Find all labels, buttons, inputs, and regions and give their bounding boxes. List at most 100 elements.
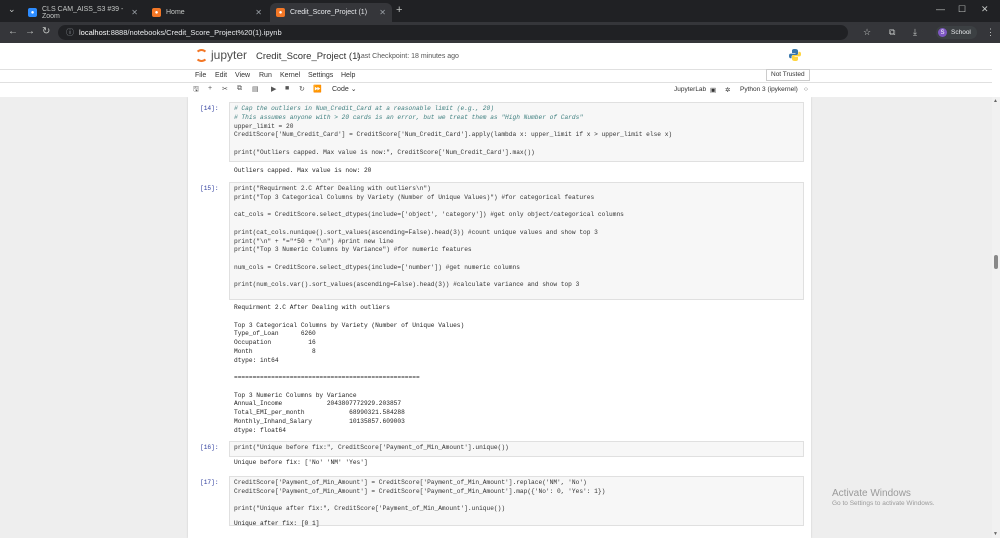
code-line: CreditScore['Num_Credit_Card'] = CreditS… [234,131,673,139]
notebook-page [188,97,811,538]
browser-tab-strip: ● CLS CAM_AISS_S3 #39 - Zoom ✕ ● Home ✕ … [0,0,1000,22]
watermark-subtitle: Go to Settings to activate Windows. [832,500,935,507]
checkpoint-status: Last Checkpoint: 18 minutes ago [357,53,459,60]
fast-forward-icon[interactable]: ⏩ [313,85,322,93]
paste-icon[interactable]: ▤ [252,85,259,93]
chevron-down-icon: ⌄ [350,86,357,93]
python-logo-icon [789,49,801,61]
stop-icon[interactable]: ■ [285,85,289,92]
output-line: dtype: int64 [234,356,279,364]
output-line: Occupation 16 [234,339,316,346]
back-icon[interactable]: ← [8,26,18,37]
code-line: print("Top 3 Numeric Columns by Variance… [234,246,472,254]
site-info-icon[interactable]: ⓘ [66,27,74,38]
cell-type-select[interactable]: Code ⌄ [332,85,357,93]
tab-search-icon[interactable]: ⌄ [8,4,16,15]
trust-status-button[interactable]: Not Trusted [766,69,810,81]
scroll-up-icon[interactable]: ▲ [993,98,998,104]
activate-windows-watermark: Activate Windows Go to Settings to activ… [832,488,935,507]
notebook-title[interactable]: Credit_Score_Project (1) [256,51,361,62]
profile-label: School [951,29,971,36]
menu-kernel[interactable]: Kernel [280,72,300,79]
menu-run[interactable]: Run [259,72,272,79]
menu-help[interactable]: Help [341,72,355,79]
gear-icon[interactable]: ✲ [725,86,730,94]
close-icon[interactable]: ✕ [131,8,138,17]
code-line: print("Top 3 Categorical Columns by Vari… [234,193,595,201]
profile-button[interactable]: S School [936,26,977,39]
scrollbar[interactable]: ▲ ▼ [992,97,1000,538]
maximize-icon[interactable]: ☐ [958,4,966,15]
menu-edit[interactable]: Edit [215,72,227,79]
close-window-icon[interactable]: ✕ [981,4,989,15]
address-bar-row: ← → ↻ ⓘ localhost:8888/notebooks/Credit_… [0,22,1000,43]
url-host: localhost [79,28,109,37]
close-icon[interactable]: ✕ [379,8,386,17]
menu-bar: File Edit View Run Kernel Settings Help [0,69,992,83]
kernel-name[interactable]: Python 3 (ipykernel) [740,86,798,93]
jupyter-logo-icon [195,48,208,62]
menu-file[interactable]: File [195,72,206,79]
code-line: print(cat_cols.nunique().sort_values(asc… [234,228,598,236]
output-line: dtype: float64 [234,426,286,434]
cell-prompt: [14]: [200,105,219,112]
code-line: CreditScore['Payment_of_Min_Amount'] = C… [234,479,587,486]
code-line: # This assumes anyone with > 20 cards is… [234,113,584,121]
url-input[interactable]: ⓘ localhost:8888/notebooks/Credit_Score_… [58,25,848,40]
jupyter-wordmark: jupyter [211,48,248,62]
bookmark-star-icon[interactable]: ☆ [863,27,871,38]
tab-credit-score-project[interactable]: ● Credit_Score_Project (1) ✕ [270,3,392,22]
output-line: Month 8 [234,347,316,355]
menu-settings[interactable]: Settings [308,72,333,79]
extensions-icon[interactable]: ⧉ [889,27,895,38]
run-icon[interactable]: ▶ [271,85,276,93]
menu-view[interactable]: View [235,72,250,79]
code-line: print(num_cols.var().sort_values(ascendi… [234,281,580,289]
new-tab-icon[interactable]: + [396,4,402,16]
code-line: print("Unique after fix:", CreditScore['… [234,505,506,513]
code-line: cat_cols = CreditScore.select_dtypes(inc… [234,211,624,219]
save-icon[interactable]: 🖫 [193,85,199,96]
minimize-icon[interactable]: — [936,4,945,14]
tab-title: Home [166,9,185,16]
code-line: print("\n" + "="*50 + "\n") #print new l… [234,237,394,245]
output-line: Unique before fix: ['No' 'NM' 'Yes'] [234,459,368,466]
output-line: Top 3 Numeric Columns by Variance [234,391,357,399]
code-line: print("Outliers capped. Max value is now… [234,148,535,156]
zoom-favicon-icon: ● [28,8,37,17]
url-path: :8888/notebooks/Credit_Score_Project%20(… [108,28,282,37]
kernel-status-icon: ○ [804,86,808,93]
reload-icon[interactable]: ↻ [42,26,50,37]
cell-prompt: [17]: [200,479,219,486]
code-line: # Cap the outliers in Num_Credit_Card at… [234,105,494,112]
jupyter-favicon-icon: ● [152,8,161,17]
code-line: CreditScore['Payment_of_Min_Amount'] = C… [234,487,606,495]
download-icon[interactable]: ⤓ [913,27,917,38]
jupyter-header [0,43,992,69]
jupyterlab-icon[interactable]: ▣ [710,86,716,94]
cell-prompt: [15]: [200,185,219,192]
close-icon[interactable]: ✕ [255,8,262,17]
jupyter-logo[interactable]: jupyter [195,48,247,62]
cell-type-value: Code [332,86,349,93]
cell-prompt: [16]: [200,444,219,451]
menu-icon[interactable]: ⋮ [986,27,995,38]
output-line: Type_of_Loan 6260 [234,330,316,338]
avatar: S [938,28,947,37]
copy-icon[interactable]: ⧉ [237,85,242,93]
jupyterlab-link[interactable]: JupyterLab [674,86,706,93]
tab-home[interactable]: ● Home ✕ [146,3,268,22]
jupyter-favicon-icon: ● [276,8,285,17]
scrollbar-thumb[interactable] [994,255,998,269]
tab-zoom[interactable]: ● CLS CAM_AISS_S3 #39 - Zoom ✕ [22,3,144,22]
code-line: print("Unique before fix:", CreditScore[… [234,444,509,451]
tab-title: CLS CAM_AISS_S3 #39 - Zoom [42,5,124,20]
cut-icon[interactable]: ✂ [222,85,228,93]
output-line: ========================================… [234,374,420,381]
add-cell-icon[interactable]: + [208,85,212,92]
forward-icon[interactable]: → [25,26,35,37]
scroll-down-icon[interactable]: ▼ [993,531,998,537]
output-line: Outliers capped. Max value is now: 20 [234,167,372,174]
restart-icon[interactable]: ↻ [299,85,305,93]
tab-title: Credit_Score_Project (1) [290,9,368,16]
